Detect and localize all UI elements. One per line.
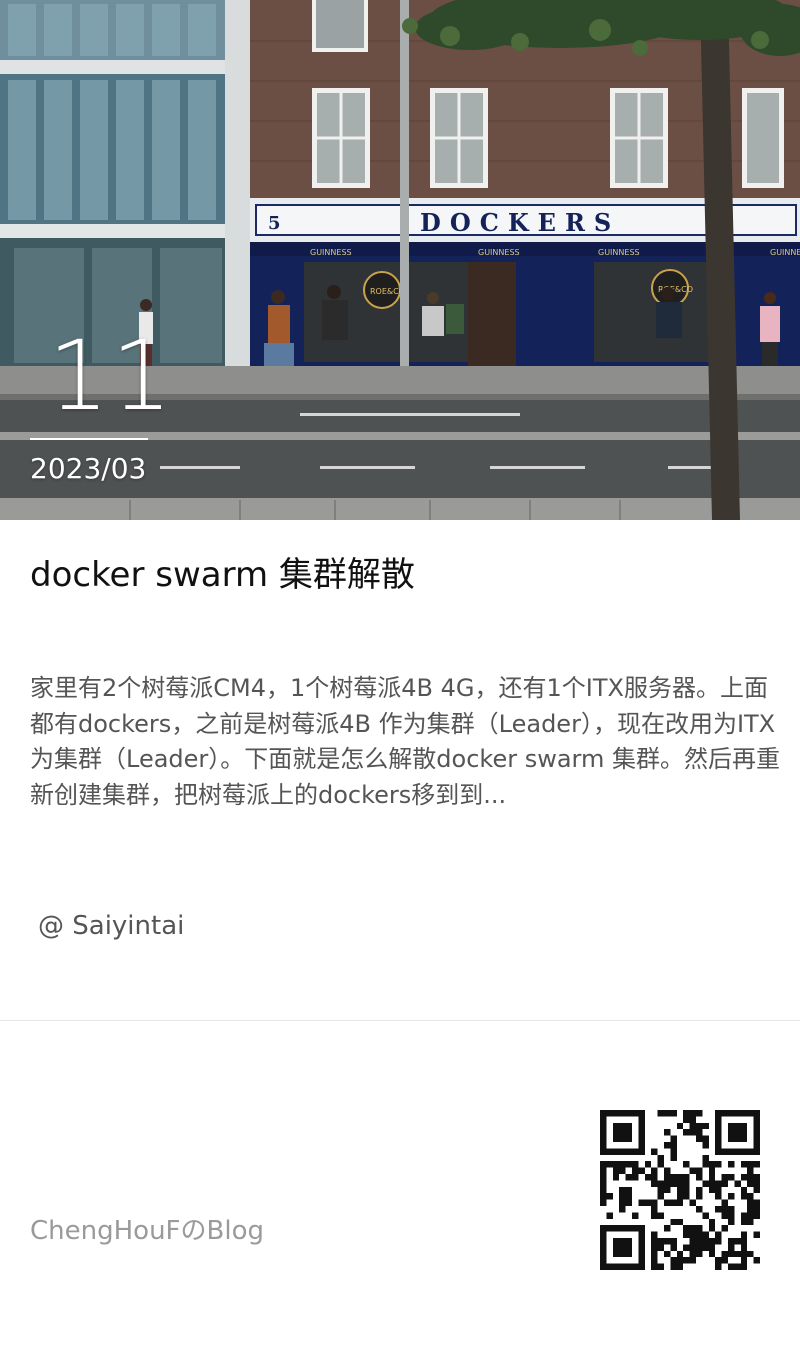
- svg-text:ROE&CO: ROE&CO: [370, 287, 405, 296]
- street-number: 5: [268, 213, 281, 234]
- post-year-month: 2023/03: [30, 452, 147, 485]
- post-title[interactable]: docker swarm 集群解散: [30, 552, 770, 598]
- qr-code-image: [600, 1110, 760, 1270]
- date-divider: [30, 438, 148, 440]
- svg-text:GUINNESS: GUINNESS: [598, 248, 640, 257]
- hero-photo: 5 DOCKERS GUINNESS GUINNESS GUINNESS GUI…: [0, 0, 800, 520]
- post-author: @ Saiyintai: [38, 911, 185, 941]
- svg-text:GUINNESS: GUINNESS: [310, 248, 352, 257]
- svg-text:GUINNESS: GUINNESS: [770, 248, 800, 257]
- qr-code-icon: [600, 1110, 760, 1270]
- footer-divider: [0, 1020, 800, 1021]
- post-excerpt: 家里有2个树莓派CM4，1个树莓派4B 4G，还有1个ITX服务器。上面都有do…: [30, 674, 780, 809]
- post-day: 11: [48, 320, 175, 432]
- svg-text:GUINNESS: GUINNESS: [478, 248, 520, 257]
- blog-name: ChengHouFのBlog: [30, 1216, 264, 1246]
- storefront-sign: DOCKERS: [420, 208, 620, 237]
- street-scene-image: 5 DOCKERS GUINNESS GUINNESS GUINNESS GUI…: [0, 0, 800, 520]
